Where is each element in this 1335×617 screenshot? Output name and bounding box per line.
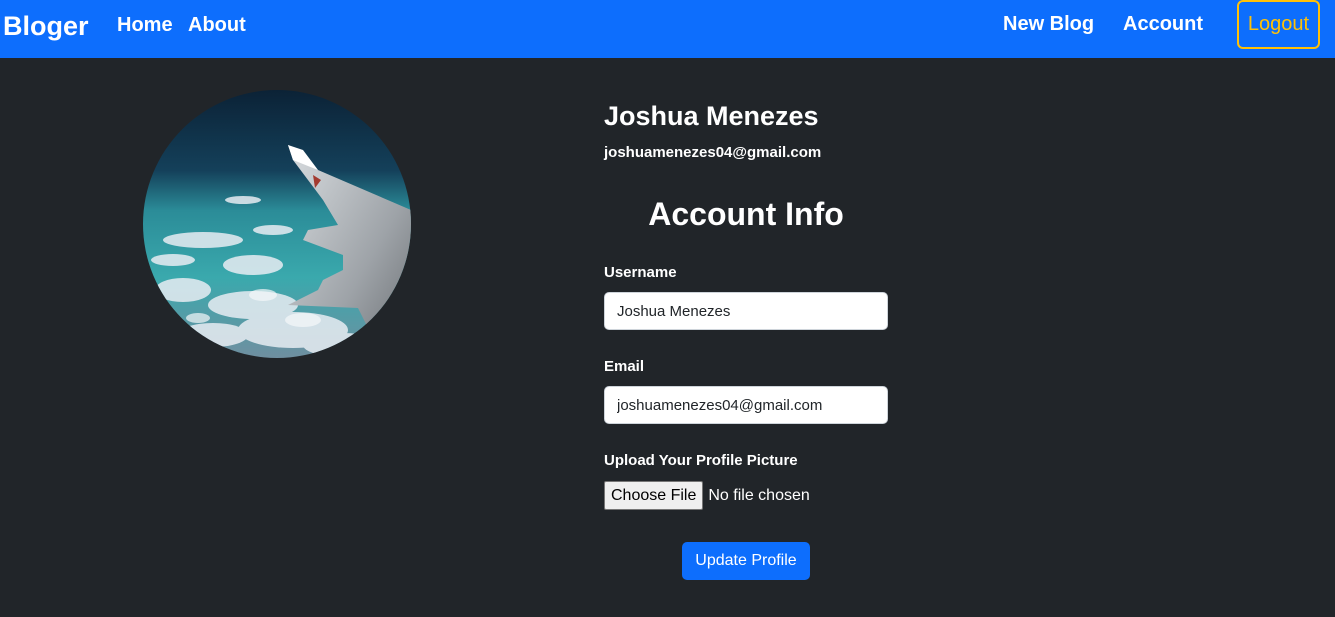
navbar: Bloger Home About New Blog Account Logou… — [0, 0, 1335, 58]
logout-button[interactable]: Logout — [1237, 0, 1320, 49]
nav-link-account[interactable]: Account — [1123, 12, 1203, 36]
profile-name: Joshua Menezes — [604, 101, 819, 131]
file-input: Choose File No file chosen — [604, 481, 810, 510]
choose-file-button[interactable]: Choose File — [604, 481, 704, 510]
file-status: No file chosen — [708, 486, 810, 504]
nav-link-home[interactable]: Home — [117, 13, 173, 37]
avatar — [143, 90, 411, 358]
username-label: Username — [604, 264, 677, 281]
email-input[interactable] — [604, 386, 888, 424]
nav-link-new-blog[interactable]: New Blog — [1003, 12, 1094, 36]
profile-photo-icon — [143, 90, 411, 358]
upload-label: Upload Your Profile Picture — [604, 452, 798, 469]
email-label: Email — [604, 358, 645, 375]
profile-email: joshuamenezes04@gmail.com — [604, 144, 822, 161]
username-input[interactable] — [604, 292, 888, 330]
nav-link-about[interactable]: About — [188, 13, 246, 37]
brand-logo[interactable]: Bloger — [3, 10, 89, 42]
update-profile-button[interactable]: Update Profile — [682, 542, 810, 580]
account-info-title: Account Info — [648, 196, 844, 232]
